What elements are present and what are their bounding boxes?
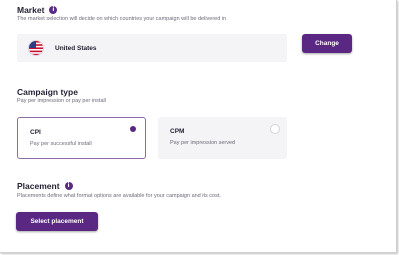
market-heading: Market i (17, 5, 58, 15)
selected-market: United States (55, 44, 97, 52)
market-selection-box: United States (17, 34, 287, 62)
change-market-button[interactable]: Change (302, 34, 352, 53)
placement-title: Placement (17, 181, 60, 191)
campaign-type-title: Campaign type (17, 87, 78, 97)
campaign-settings-panel: Market i The market selection will decid… (0, 0, 397, 253)
option-label: CPM (170, 128, 185, 135)
campaign-option-cpi[interactable]: CPI Pay per successful install (17, 117, 146, 159)
radio-selected[interactable] (130, 126, 136, 132)
market-info-icon[interactable]: i (49, 6, 58, 14)
placement-heading: Placement i (17, 181, 73, 191)
market-description: The market selection will decide on whic… (17, 16, 227, 22)
market-title: Market (17, 5, 45, 15)
campaign-option-cpm[interactable]: CPM Pay per impression served (158, 117, 287, 159)
option-description: Pay per impression served (170, 140, 236, 146)
placement-info-icon[interactable]: i (64, 182, 73, 190)
campaign-type-heading: Campaign type (17, 87, 78, 97)
option-description: Pay per successful install (30, 141, 92, 147)
placement-description: Placements define what format options ar… (17, 193, 221, 199)
radio-unselected[interactable] (270, 124, 280, 134)
us-flag-icon (28, 40, 44, 56)
campaign-type-description: Pay per impression or pay per install (17, 98, 106, 104)
select-placement-button[interactable]: Select placement (16, 212, 98, 231)
option-label: CPI (30, 129, 41, 136)
